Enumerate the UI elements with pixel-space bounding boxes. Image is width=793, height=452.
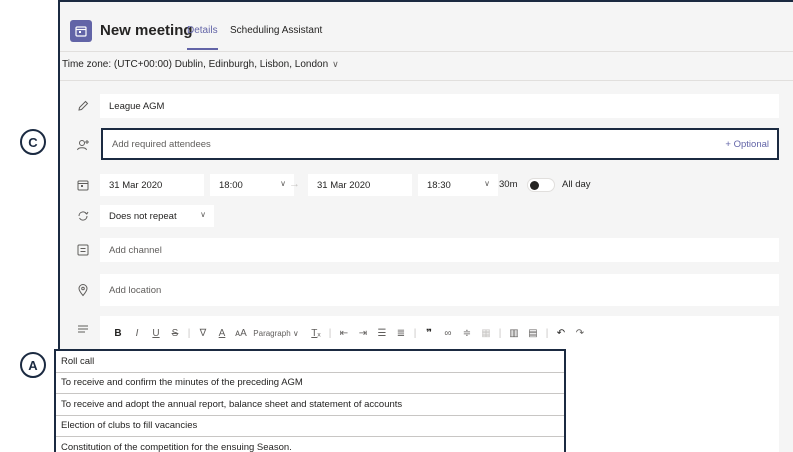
end-date-picker[interactable]: 31 Mar 2020 [308, 174, 412, 196]
repeat-value: Does not repeat [109, 210, 177, 222]
toolbar-divider: | [328, 327, 332, 339]
duration-label: 30m [499, 179, 518, 190]
location-pin-icon [76, 283, 90, 297]
highlight-icon[interactable]: ∇ [195, 328, 211, 339]
chevron-down-icon: ∨ [484, 179, 490, 188]
undo-icon[interactable]: ↶ [553, 328, 569, 339]
toolbar-divider: | [545, 327, 549, 339]
arrow-right-icon: → [289, 178, 300, 190]
strikethrough-button[interactable]: S [167, 328, 183, 339]
insert-row-icon[interactable]: ▤ [525, 328, 541, 339]
link-icon[interactable]: ∞ [440, 328, 456, 339]
numbered-list-icon[interactable]: ≣ [393, 328, 409, 339]
redo-icon[interactable]: ↷ [572, 328, 588, 339]
calendar-icon [70, 20, 92, 42]
table-icon[interactable]: ▦ [478, 328, 494, 339]
timezone-selector[interactable]: Time zone: (UTC+00:00) Dublin, Edinburgh… [62, 59, 339, 70]
increase-indent-icon[interactable]: ⇥ [355, 328, 371, 339]
bulleted-list-icon[interactable]: ☰ [374, 328, 390, 339]
description-icon [76, 322, 90, 336]
chevron-down-icon: ∨ [280, 179, 286, 188]
font-color-icon[interactable]: A [214, 328, 230, 339]
toolbar-divider: | [187, 327, 191, 339]
insert-column-icon[interactable]: ▥ [506, 328, 522, 339]
start-date-picker[interactable]: 31 Mar 2020 [100, 174, 204, 196]
toolbar-divider: | [413, 327, 417, 339]
toolbar-divider: | [498, 327, 502, 339]
meeting-header: New meeting Details Scheduling Assistant [60, 2, 793, 52]
tab-scheduling-assistant[interactable]: Scheduling Assistant [230, 25, 322, 36]
all-day-label: All day [562, 179, 591, 190]
calendar-date-icon [76, 178, 90, 192]
divider [60, 80, 793, 81]
clear-formatting-icon[interactable]: Tₓ [308, 328, 324, 339]
page-title: New meeting [100, 22, 193, 39]
start-time-value: 18:00 [219, 179, 243, 191]
underline-button[interactable]: U [148, 328, 164, 339]
pencil-icon [76, 99, 90, 113]
toggle-knob [530, 181, 539, 190]
tab-details[interactable]: Details [187, 25, 218, 36]
optional-attendees-link[interactable]: + Optional [725, 139, 769, 150]
repeat-dropdown[interactable]: Does not repeat ∨ [100, 205, 214, 227]
table-row: Constitution of the competition for the … [56, 437, 564, 452]
horizontal-rule-icon[interactable]: ≑ [459, 328, 475, 339]
table-row: Roll call [56, 351, 564, 373]
start-time-picker[interactable]: 18:00 ∨ [210, 174, 294, 196]
chevron-down-icon: ∨ [200, 210, 206, 219]
font-size-icon[interactable]: ᴀA [233, 328, 249, 339]
attendees-placeholder: Add required attendees [112, 138, 211, 150]
channel-icon [76, 243, 90, 257]
table-row: Election of clubs to fill vacancies [56, 416, 564, 437]
all-day-toggle[interactable] [527, 178, 555, 192]
repeat-icon [76, 209, 90, 223]
table-row: To receive and confirm the minutes of th… [56, 373, 564, 394]
paragraph-style-dropdown[interactable]: Paragraph ∨ [252, 329, 300, 338]
agenda-table[interactable]: Roll call To receive and confirm the min… [54, 349, 566, 452]
end-time-value: 18:30 [427, 179, 451, 191]
table-row: To receive and adopt the annual report, … [56, 394, 564, 416]
decrease-indent-icon[interactable]: ⇤ [336, 328, 352, 339]
formatting-toolbar: B I U S | ∇ A ᴀA Paragraph ∨ Tₓ | ⇤ ⇥ ☰ … [110, 325, 591, 341]
timezone-label: Time zone: (UTC+00:00) Dublin, Edinburgh… [62, 59, 329, 70]
callout-label-c: C [20, 129, 46, 155]
channel-input[interactable]: Add channel [100, 238, 779, 262]
end-time-picker[interactable]: 18:30 ∨ [418, 174, 498, 196]
location-input[interactable]: Add location [100, 274, 779, 306]
chevron-down-icon: ∨ [332, 59, 339, 69]
bold-button[interactable]: B [110, 328, 126, 339]
quote-icon[interactable]: ❞ [421, 328, 437, 339]
attendees-input[interactable]: Add required attendees + Optional [101, 128, 779, 160]
callout-label-a: A [20, 352, 46, 378]
add-person-icon [76, 138, 90, 152]
meeting-title-input[interactable]: League AGM [100, 94, 779, 118]
active-tab-indicator [187, 48, 218, 50]
italic-button[interactable]: I [129, 328, 145, 339]
